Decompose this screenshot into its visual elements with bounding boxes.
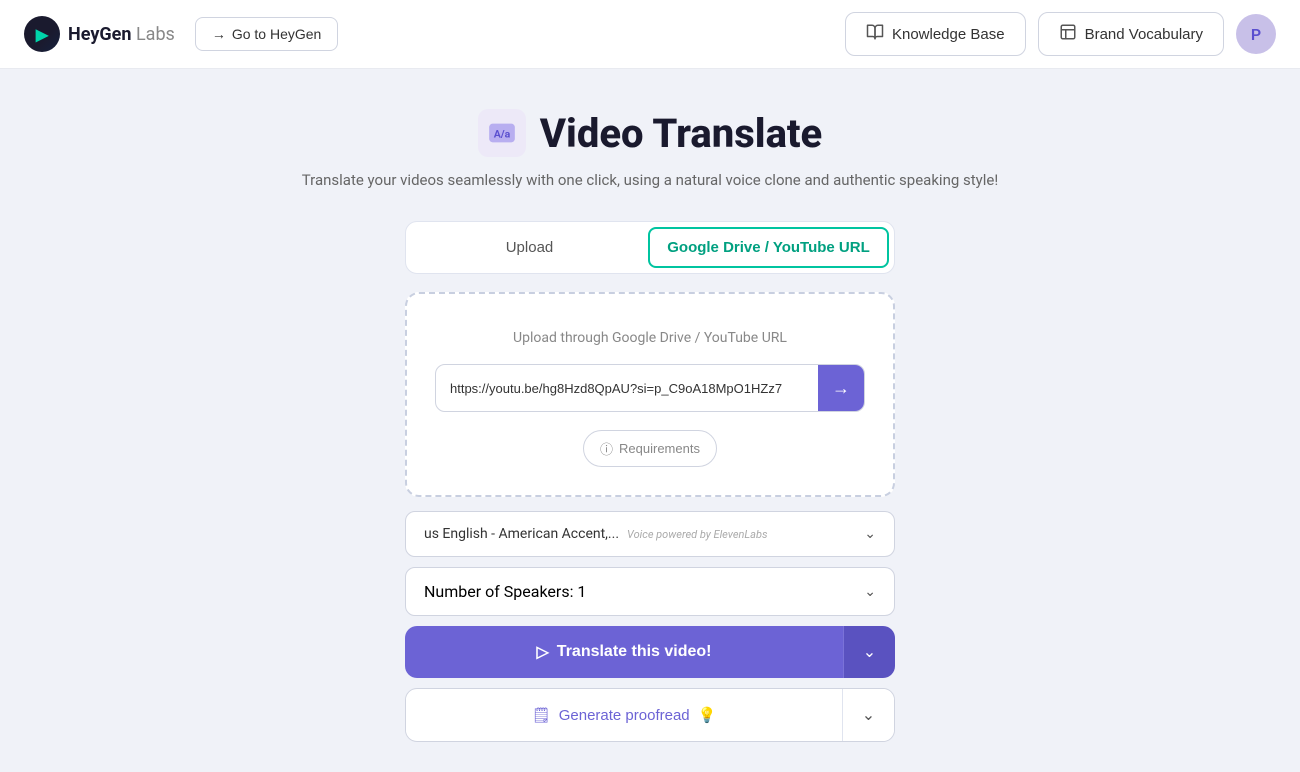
upload-area-label: Upload through Google Drive / YouTube UR… (513, 330, 787, 346)
upload-area: Upload through Google Drive / YouTube UR… (405, 292, 895, 497)
voice-value: us English - American Accent,... (424, 526, 619, 542)
go-to-heygen-button[interactable]: → Go to HeyGen (195, 17, 339, 51)
arrow-right-icon: → (212, 26, 226, 42)
tab-google-drive[interactable]: Google Drive / YouTube URL (648, 227, 889, 268)
url-input[interactable] (436, 369, 818, 408)
requirements-button[interactable]: ⓘ Requirements (583, 430, 717, 467)
speakers-label: Number of Speakers: 1 (424, 582, 586, 601)
brand-vocabulary-button[interactable]: Brand Vocabulary (1038, 12, 1224, 56)
proofread-button[interactable]: 🗒 Generate proofread 💡 (406, 690, 842, 740)
bv-icon (1059, 23, 1077, 45)
avatar: P (1236, 14, 1276, 54)
voice-dropdown[interactable]: us English - American Accent,... Voice p… (405, 511, 895, 557)
title-icon: A/a (478, 109, 526, 157)
tab-upload[interactable]: Upload (411, 227, 648, 268)
elevenlabs-label: Voice powered by ElevenLabs (627, 528, 767, 541)
page-title-row: A/a Video Translate (478, 109, 823, 157)
url-submit-button[interactable]: → (818, 365, 864, 411)
logo-icon: ▶ (24, 16, 60, 52)
svg-text:A/a: A/a (493, 128, 510, 141)
page-subtitle: Translate your videos seamlessly with on… (302, 171, 998, 189)
info-icon: ⓘ (600, 439, 613, 458)
proofread-dropdown-button[interactable]: ⌄ (842, 689, 894, 741)
header-right: Knowledge Base Brand Vocabulary P (845, 12, 1276, 56)
kb-icon (866, 23, 884, 45)
proofread-button-row: 🗒 Generate proofread 💡 ⌄ (405, 688, 895, 742)
chevron-down-icon: ⌄ (862, 705, 875, 725)
tab-container: Upload Google Drive / YouTube URL (405, 221, 895, 274)
proofread-emoji: 💡 (698, 706, 717, 724)
translate-dropdown-button[interactable]: ⌄ (843, 626, 895, 678)
translate-play-icon: ▷ (536, 642, 548, 662)
header: ▶ HeyGen Labs → Go to HeyGen Knowledge B… (0, 0, 1300, 69)
proofread-doc-icon: 🗒 (532, 706, 551, 724)
voice-dropdown-left: us English - American Accent,... Voice p… (424, 526, 767, 542)
logo: ▶ HeyGen Labs (24, 16, 175, 52)
chevron-down-icon: ⌄ (864, 584, 876, 600)
knowledge-base-button[interactable]: Knowledge Base (845, 12, 1026, 56)
speakers-dropdown[interactable]: Number of Speakers: 1 ⌄ (405, 567, 895, 616)
translate-button-row: ▷ Translate this video! ⌄ (405, 626, 895, 678)
translate-button[interactable]: ▷ Translate this video! (405, 626, 843, 678)
main-content: A/a Video Translate Translate your video… (0, 69, 1300, 772)
page-title: Video Translate (540, 110, 823, 157)
url-input-row: → (435, 364, 865, 412)
logo-text: HeyGen Labs (68, 24, 175, 45)
header-left: ▶ HeyGen Labs → Go to HeyGen (24, 16, 338, 52)
chevron-down-icon: ⌄ (863, 642, 876, 662)
chevron-down-icon: ⌄ (864, 526, 876, 542)
arrow-right-icon: → (832, 378, 850, 399)
